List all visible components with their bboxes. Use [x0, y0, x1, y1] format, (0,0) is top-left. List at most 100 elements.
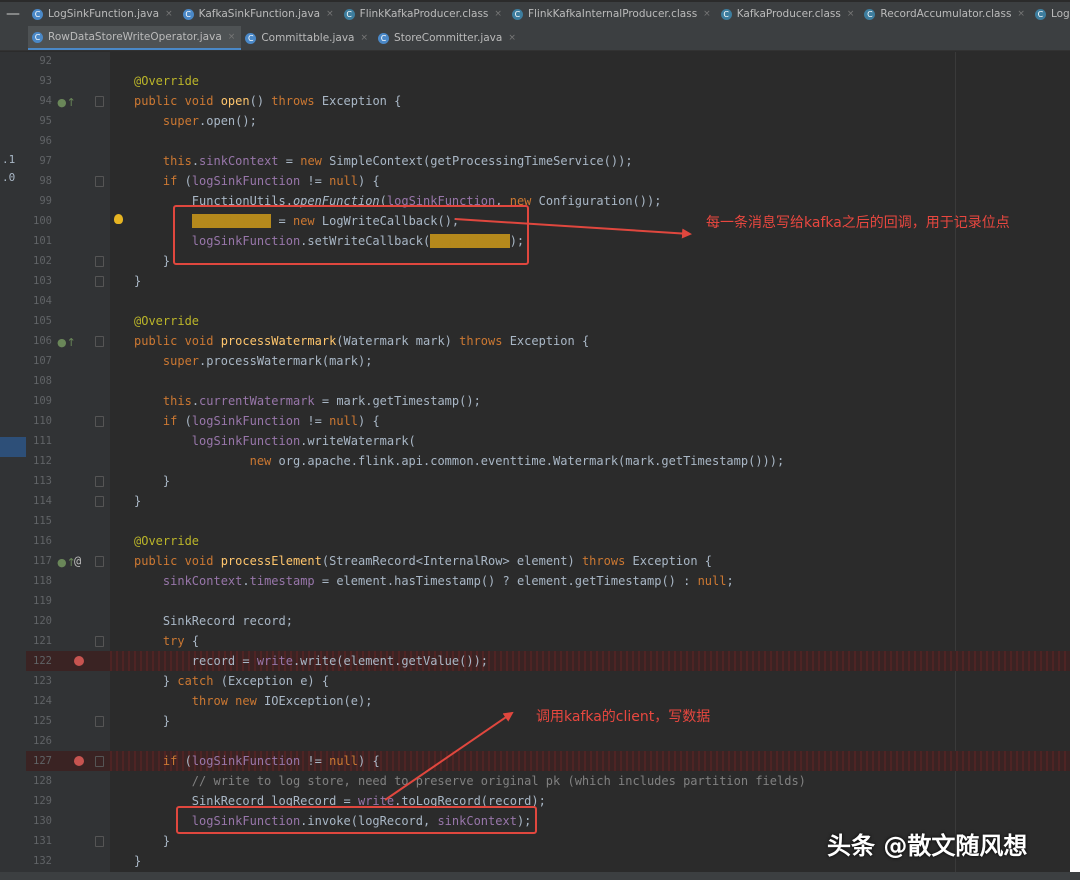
code-line[interactable]: 92	[26, 51, 1070, 71]
code-line[interactable]: 116 @Override	[26, 531, 1070, 551]
fold-icon[interactable]	[95, 256, 104, 267]
annotation-client-write: 调用kafka的client，写数据	[536, 709, 711, 725]
code-line[interactable]: 113 }	[26, 471, 1070, 491]
close-tab-icon[interactable]: ×	[508, 33, 516, 43]
code-line[interactable]: 118 sinkContext.timestamp = element.hasT…	[26, 571, 1070, 591]
code-text: } catch (Exception e) {	[134, 674, 330, 688]
line-number: 131	[33, 835, 52, 847]
code-line[interactable]: 109 this.currentWatermark = mark.getTime…	[26, 391, 1070, 411]
line-number: 124	[33, 695, 52, 707]
editor-tab[interactable]: C FlinkKafkaInternalProducer.class ×	[508, 2, 717, 26]
code-line[interactable]: 120 SinkRecord record;	[26, 611, 1070, 631]
code-line[interactable]: 107 super.processWatermark(mark);	[26, 351, 1070, 371]
code-line[interactable]: 111 logSinkFunction.writeWatermark(	[26, 431, 1070, 451]
editor-tab[interactable]: C RecordAccumulator.class ×	[860, 2, 1031, 26]
editor-tab[interactable]: C LogSinkFunction.java ×	[28, 2, 179, 26]
line-number: 129	[33, 795, 52, 807]
code-line[interactable]: 126	[26, 731, 1070, 751]
line-number: 104	[33, 295, 52, 307]
code-line[interactable]: 115	[26, 511, 1070, 531]
code-line[interactable]: 112 new org.apache.flink.api.common.even…	[26, 451, 1070, 471]
code-line[interactable]: 96	[26, 131, 1070, 151]
intention-bulb-icon[interactable]	[114, 214, 123, 224]
line-number: 101	[33, 235, 52, 247]
editor-tab[interactable]: C Committable.java ×	[241, 26, 374, 50]
code-line[interactable]: 94 ●↑ public void open() throws Exception …	[26, 91, 1070, 111]
code-line[interactable]: 110 if (logSinkFunction != null) {	[26, 411, 1070, 431]
editor-tab[interactable]: C FlinkKafkaProducer.class ×	[340, 2, 508, 26]
fold-icon[interactable]	[95, 556, 104, 567]
code-line[interactable]: 123 } catch (Exception e) {	[26, 671, 1070, 691]
close-tab-icon[interactable]: ×	[361, 33, 369, 43]
annotation-callback: 每一条消息写给kafka之后的回调，用于记录位点	[706, 215, 1010, 231]
code-text: }	[134, 254, 171, 268]
breakpoint-icon[interactable]	[74, 656, 84, 666]
code-text: record = write.write(element.getValue())…	[134, 654, 489, 668]
fold-icon[interactable]	[95, 716, 104, 727]
code-line[interactable]: 121 try {	[26, 631, 1070, 651]
fold-icon[interactable]	[95, 836, 104, 847]
code-line[interactable]: 95 super.open();	[26, 111, 1070, 131]
side-panel-strip: .1 .0	[0, 52, 26, 872]
minimize-icon[interactable]: —	[0, 6, 28, 22]
compiled-class-icon: C	[720, 8, 732, 20]
fold-icon[interactable]	[95, 636, 104, 647]
breakpoint-icon[interactable]	[74, 756, 84, 766]
code-line[interactable]: 119	[26, 591, 1070, 611]
line-number: 130	[33, 815, 52, 827]
fold-icon[interactable]	[95, 476, 104, 487]
editor-tab[interactable]: C LogWriteCallba	[1031, 2, 1070, 26]
override-marker-icon[interactable]: ●↑	[57, 553, 76, 573]
close-tab-icon[interactable]: ×	[703, 9, 711, 19]
line-number: 110	[33, 415, 52, 427]
line-number: 97	[39, 155, 52, 167]
editor-tab[interactable]: C StoreCommitter.java ×	[374, 26, 522, 50]
close-tab-icon[interactable]: ×	[165, 9, 173, 19]
code-text: // write to log store, need to preserve …	[191, 774, 806, 788]
close-tab-icon[interactable]: ×	[847, 9, 855, 19]
bottom-toolbar	[0, 872, 1080, 880]
code-line[interactable]: 104	[26, 291, 1070, 311]
code-line[interactable]: 108	[26, 371, 1070, 391]
code-line[interactable]: 103}	[26, 271, 1070, 291]
editor-tab[interactable]: C KafkaSinkFunction.java ×	[179, 2, 340, 26]
fold-icon[interactable]	[95, 336, 104, 347]
code-line[interactable]: 117 ●↑ @ public void processElement(StreamR…	[26, 551, 1070, 571]
code-line[interactable]: 105 @Override	[26, 311, 1070, 331]
code-line[interactable]: 97 this.sinkContext = new SimpleContext(…	[26, 151, 1070, 171]
fold-icon[interactable]	[95, 756, 104, 767]
code-line[interactable]: 128 // write to log store, need to prese…	[26, 771, 1070, 791]
code-text: this.sinkContext = new SimpleContext(get…	[162, 154, 633, 168]
side-panel-selection	[0, 437, 26, 457]
close-tab-icon[interactable]: ×	[326, 9, 334, 19]
code-line[interactable]: 127 if (logSinkFunction != null) {	[26, 751, 1070, 771]
code-line[interactable]: 122 record = write.write(element.getValu…	[26, 651, 1070, 671]
editor-tab[interactable]: C KafkaProducer.class ×	[717, 2, 861, 26]
fold-icon[interactable]	[95, 96, 104, 107]
line-number: 92	[39, 55, 52, 67]
line-number: 118	[33, 575, 52, 587]
code-line[interactable]: 106 ●↑ public void processWatermark(Waterm…	[26, 331, 1070, 351]
code-line[interactable]: 98 if (logSinkFunction != null) {	[26, 171, 1070, 191]
side-panel-number: .1	[2, 153, 16, 166]
close-tab-icon[interactable]: ×	[494, 9, 502, 19]
compiled-class-icon: C	[343, 8, 355, 20]
override-marker-icon[interactable]: ●↑	[57, 93, 76, 113]
close-tab-icon[interactable]: ×	[228, 32, 236, 42]
line-number: 127	[33, 755, 52, 767]
code-text: }	[134, 274, 142, 288]
line-number: 114	[33, 495, 52, 507]
code-line[interactable]: 93 @Override	[26, 71, 1070, 91]
close-tab-icon[interactable]: ×	[1017, 9, 1025, 19]
ide-window: — C LogSinkFunction.java × C KafkaSinkFuncti…	[0, 0, 1070, 872]
code-line[interactable]: 114}	[26, 491, 1070, 511]
override-marker-icon[interactable]: ●↑	[57, 333, 76, 353]
annotation-marker-icon[interactable]: @	[74, 551, 81, 571]
fold-icon[interactable]	[95, 496, 104, 507]
line-number: 120	[33, 615, 52, 627]
editor-tab-label: StoreCommitter.java	[394, 32, 503, 44]
fold-icon[interactable]	[95, 176, 104, 187]
fold-icon[interactable]	[95, 416, 104, 427]
editor-tab[interactable]: C RowDataStoreWriteOperator.java ×	[28, 26, 242, 50]
fold-icon[interactable]	[95, 276, 104, 287]
